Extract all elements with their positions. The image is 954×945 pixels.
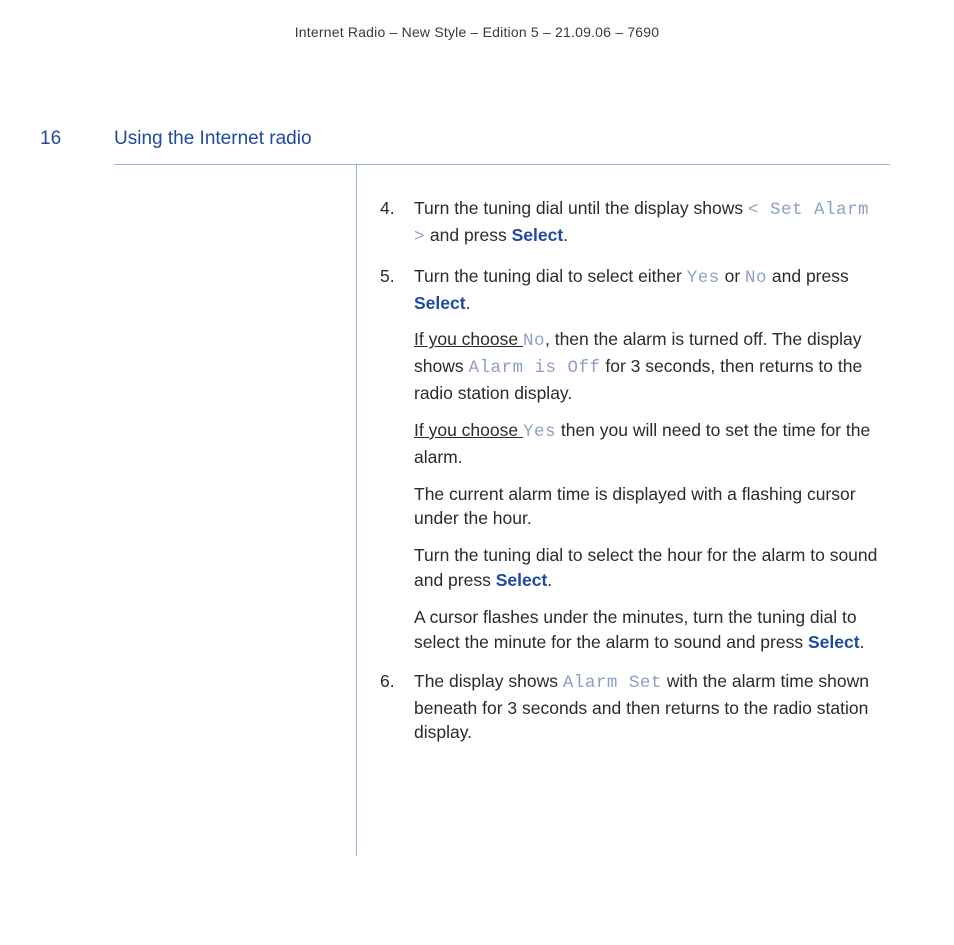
page: Internet Radio – New Style – Edition 5 –… [0,0,954,945]
select-label: Select [808,632,860,652]
chapter-title: Using the Internet radio [114,128,312,150]
text: . [563,225,568,245]
text: The display shows [414,671,563,691]
text: Turn the tuning dial to select either [414,266,687,286]
running-header: Internet Radio – New Style – Edition 5 –… [0,24,954,40]
chapter-heading-row: 16 Using the Internet radio [40,128,890,150]
paragraph-if-no: If you choose No, then the alarm is turn… [414,327,880,406]
underline-lead: If you choose [414,329,523,349]
paragraph-cursor: The current alarm time is displayed with… [414,482,880,532]
text: and press [767,266,849,286]
display-text-no: No [523,331,545,351]
text: and press [425,225,512,245]
instruction-list: Turn the tuning dial until the display s… [380,196,880,745]
step-5: Turn the tuning dial to select either Ye… [380,264,880,655]
paragraph-hour: Turn the tuning dial to select the hour … [414,543,880,593]
display-text-alarm-off: Alarm is Off [468,358,600,378]
divider-horizontal [114,164,890,165]
text: Turn the tuning dial to select the hour … [414,545,877,590]
display-text-yes: Yes [523,422,556,442]
paragraph-minute: A cursor flashes under the minutes, turn… [414,605,880,655]
text: or [720,266,745,286]
select-label: Select [512,225,564,245]
select-label: Select [496,570,548,590]
text: . [547,570,552,590]
display-text-yes: Yes [687,268,720,288]
paragraph-if-yes: If you choose Yes then you will need to … [414,418,880,470]
display-text-alarm-set: Alarm Set [563,673,662,693]
divider-vertical [356,164,357,856]
text: . [466,293,471,313]
text: . [860,632,865,652]
page-number: 16 [40,128,114,150]
text: Turn the tuning dial until the display s… [414,198,748,218]
step-6: The display shows Alarm Set with the ala… [380,669,880,746]
step-4: Turn the tuning dial until the display s… [380,196,880,250]
underline-lead: If you choose [414,420,523,440]
body-content: Turn the tuning dial until the display s… [380,196,880,759]
display-text-no: No [745,268,767,288]
select-label: Select [414,293,466,313]
text: A cursor flashes under the minutes, turn… [414,607,857,652]
